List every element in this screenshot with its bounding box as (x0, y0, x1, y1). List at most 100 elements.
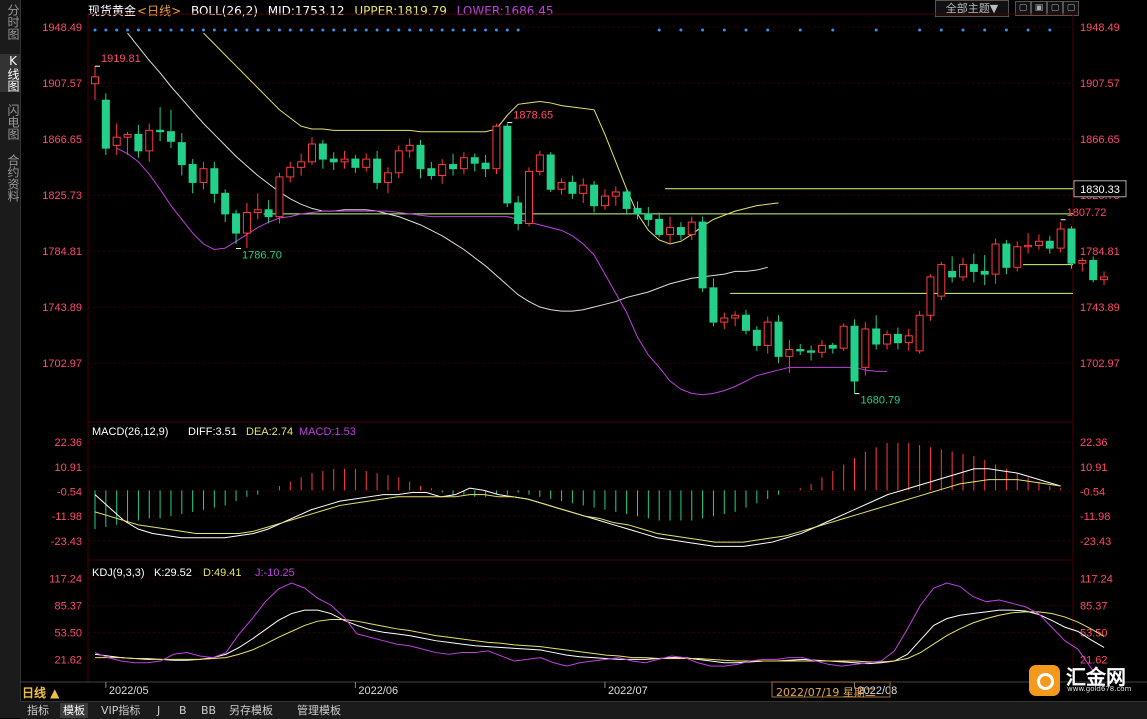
price-ytick-right-6: 1702.97 (1080, 358, 1120, 370)
signal-dot-52 (983, 28, 987, 32)
candle-body-24 (351, 158, 360, 168)
candle-body-84 (1002, 243, 1011, 268)
signal-dot-5 (147, 28, 151, 32)
candle-body-21 (318, 143, 327, 160)
signal-dot-14 (245, 28, 249, 32)
candle-body-8 (177, 142, 186, 166)
candle-body-83 (991, 243, 1000, 275)
candle-body-87 (1034, 240, 1043, 246)
price-ytick-right-1: 1907.57 (1080, 78, 1120, 90)
signal-dot-45 (766, 28, 770, 32)
candle-body-46 (590, 184, 599, 207)
side-tab-1[interactable]: K线图 (0, 54, 20, 92)
candle-body-11 (210, 168, 219, 194)
bottom-tab-5[interactable]: BB (198, 703, 219, 718)
macd-diff-line (94, 468, 1061, 547)
macd-ytick-right-1: 10.91 (1080, 462, 1108, 474)
bottom-tab-1[interactable]: 模板 (60, 703, 88, 718)
signal-dot-30 (419, 28, 422, 32)
signal-dot-28 (397, 28, 401, 32)
candle-body-63 (774, 321, 783, 357)
bottom-tab-4[interactable]: B (176, 703, 190, 718)
signal-dot-24 (353, 28, 357, 32)
signal-dot-2 (115, 28, 119, 32)
boll-lower-line (116, 147, 888, 396)
candle-body-55 (687, 221, 696, 235)
candle-body-44 (568, 181, 577, 194)
candle-body-37 (492, 125, 501, 170)
bottom-tab-3[interactable]: J (154, 703, 163, 718)
price-annotation-2: 1878.65 (513, 110, 553, 122)
candle-body-86 (1024, 244, 1033, 248)
side-tab-0[interactable]: 分时图 (0, 4, 20, 40)
kdj-ytick-right-1: 85.37 (1080, 601, 1108, 613)
signal-dot-39 (516, 28, 520, 32)
price-annotation-4: 1807.72 (1067, 207, 1107, 219)
candle-body-13 (232, 213, 241, 234)
signal-dot-0 (93, 28, 97, 32)
price-ytick-left-4: 1784.81 (42, 246, 82, 258)
signal-dot-9 (191, 28, 195, 32)
signal-dot-41 (679, 28, 683, 32)
signal-dot-17 (277, 28, 281, 32)
kdj-ytick-left-1: 85.37 (54, 601, 82, 613)
bottom-tab-0[interactable]: 指标 (24, 703, 52, 718)
side-tab-3[interactable]: 合约资料 (0, 154, 20, 202)
macd-ytick-right-2: -0.54 (1080, 487, 1105, 499)
candle-body-53 (666, 227, 675, 235)
bottom-tab-7[interactable]: 管理模板 (294, 703, 344, 718)
candle-body-17 (275, 176, 284, 218)
signal-dot-50 (939, 28, 943, 32)
candle-body-79 (948, 270, 957, 278)
bottom-tab-6[interactable]: 另存模板 (226, 703, 276, 718)
candle-body-93 (1100, 276, 1109, 281)
kline-chart[interactable]: 1948.49 1948.49 1907.57 1907.57 1866.65 1866.… (20, 0, 1147, 700)
price-annotation-1: 1786.70 (242, 250, 282, 262)
candle-body-69 (839, 325, 848, 349)
candle-body-49 (622, 191, 631, 209)
candle-body-9 (188, 164, 197, 183)
candle-body-71 (861, 328, 870, 368)
kdj-d-line (95, 611, 1105, 663)
candle-body-26 (373, 158, 382, 183)
signal-dot-16 (267, 28, 271, 32)
signal-dot-25 (364, 28, 368, 32)
candle-body-50 (633, 207, 642, 215)
signal-dot-8 (180, 28, 184, 32)
signal-dot-13 (234, 28, 238, 32)
side-tab-2[interactable]: 闪电图 (0, 104, 20, 140)
candle-body-76 (915, 314, 924, 352)
xtick-label-0: 2022/05 (109, 685, 149, 697)
signal-dot-37 (494, 28, 498, 32)
signal-dot-6 (158, 28, 162, 32)
macd-ytick-right-4: -23.43 (1080, 536, 1111, 548)
price-ytick-left-0: 1948.49 (42, 22, 82, 34)
candle-body-74 (893, 333, 902, 344)
kdj-k-label: K:29.52 (154, 567, 192, 579)
candle-body-57 (709, 287, 718, 323)
candle-body-45 (579, 184, 588, 194)
period-selector[interactable]: 日线 ▲ (22, 684, 59, 701)
signal-dot-26 (375, 28, 379, 32)
candle-body-62 (763, 321, 772, 346)
candle-body-60 (742, 314, 750, 331)
macd-title: MACD(26,12,9) (92, 426, 168, 438)
signal-dot-44 (744, 28, 748, 32)
signal-dot-40 (657, 28, 661, 32)
candle-body-90 (1067, 228, 1076, 264)
macd-ytick-left-1: 10.91 (54, 462, 82, 474)
candle-body-61 (752, 329, 761, 346)
macd-value-label: MACD:1.53 (299, 426, 356, 438)
bottom-tab-2[interactable]: VIP指标 (98, 703, 143, 718)
candle-body-56 (698, 221, 707, 289)
kdj-k-line (94, 609, 1105, 665)
boll-mid-line (127, 32, 768, 312)
signal-dot-46 (798, 28, 802, 32)
logo-url: www.gold678.com (1067, 685, 1132, 693)
candle-body-67 (817, 344, 826, 353)
xtick-label-1: 2022/06 (358, 685, 398, 697)
signal-dot-48 (874, 28, 878, 32)
signal-dot-43 (722, 28, 726, 32)
candle-body-6 (156, 129, 165, 133)
kdj-ytick-right-2: 53.50 (1080, 628, 1108, 640)
